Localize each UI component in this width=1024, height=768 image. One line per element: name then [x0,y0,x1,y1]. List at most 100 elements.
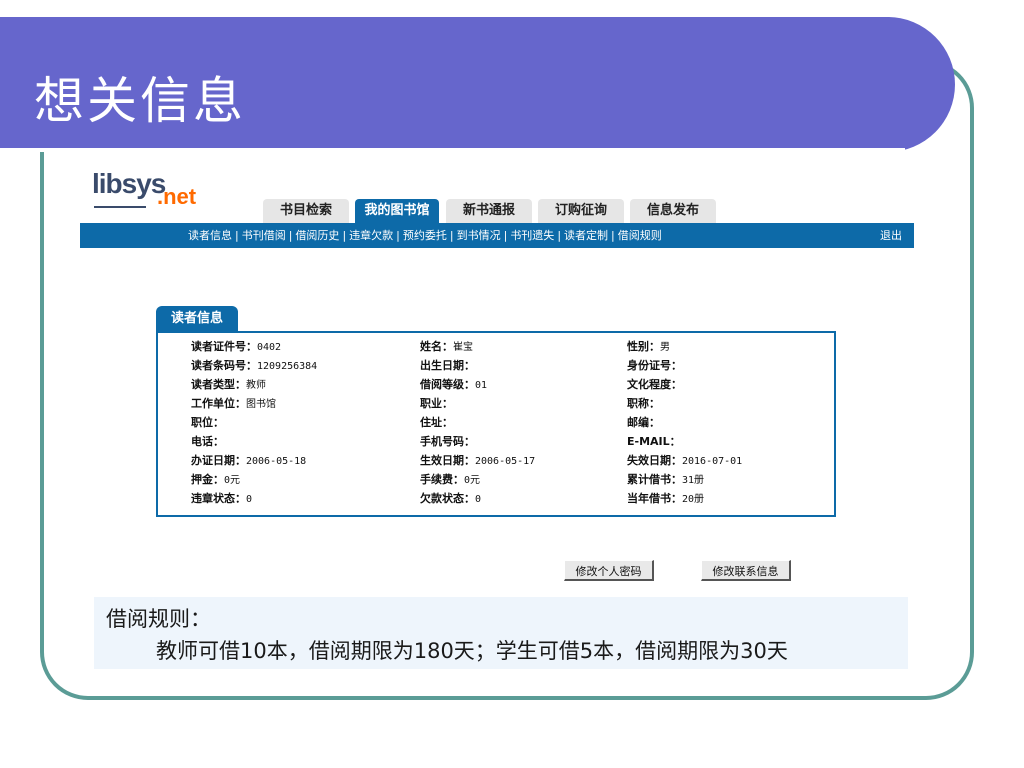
field-expiry-date: 失效日期：2016-07-01 [627,452,742,468]
sub-navigation: 读者信息 | 书刊借阅 | 借阅历史 | 违章欠款 | 预约委托 | 到书情况 | 书刊遗失 | 读者定制 |… [80,223,914,248]
subnav-separator: | [342,229,347,242]
subnav-separator: | [449,229,454,242]
logo-underline [94,206,146,208]
field-address: 住址： [420,414,453,430]
tab-catalog-search[interactable]: 书目检索 [263,199,349,223]
subnav-customize[interactable]: 读者定制 [564,229,608,242]
field-label: 办证日期： [191,454,246,467]
field-value: 0 [246,494,253,505]
field-value: 0 [475,494,482,505]
borrowing-rules-box: 借阅规则： 教师可借10本，借阅期限为180天；学生可借5本，借阅期限为30天 [94,597,908,669]
subnav-separator: | [503,229,508,242]
logo-suffix: .net [157,184,197,209]
field-effective-date: 生效日期：2006-05-17 [420,452,535,468]
field-value: 教师 [246,380,266,391]
logout-link[interactable]: 退出 [880,223,902,248]
field-label: 读者证件号： [191,340,257,353]
logo-brand: libsys [92,168,166,199]
field-title: 职称： [627,395,660,411]
field-education: 文化程度： [627,376,682,392]
subnav-separator: | [611,229,615,242]
subnav-list: 读者信息 | 书刊借阅 | 借阅历史 | 违章欠款 | 预约委托 | 到书情况 | 书刊遗失 | 读者定制 |… [188,223,662,248]
subnav-arrivals[interactable]: 到书情况 [457,229,501,242]
field-total-borrowed: 累计借书：31册 [627,471,704,487]
field-value: 2006-05-18 [246,456,307,467]
field-workplace: 工作单位：图书馆 [191,395,276,411]
rules-body: 教师可借10本，借阅期限为180天；学生可借5本，借阅期限为30天 [156,639,788,663]
subnav-separator: | [557,229,562,242]
field-label: 职位： [191,416,224,429]
subnav-rules[interactable]: 借阅规则 [618,229,662,242]
field-phone: 电话： [191,433,224,449]
subnav-separator: | [288,229,293,242]
field-label: 电话： [191,435,224,448]
field-label: 性别： [627,340,660,353]
field-name: 姓名：崔宝 [420,338,473,354]
title-band: 想关信息 [0,17,955,152]
field-value: 0元 [224,475,241,486]
tab-info-publish[interactable]: 信息发布 [630,199,716,223]
field-label: 姓名： [420,340,453,353]
field-violation-status: 违章状态：0 [191,490,252,506]
field-postcode: 邮编： [627,414,660,430]
field-label: 身份证号： [627,359,682,372]
field-label: 押金： [191,473,224,486]
field-label: 当年借书： [627,492,682,505]
field-label: 邮编： [627,416,660,429]
field-value: 崔宝 [453,342,473,353]
field-label: 失效日期： [627,454,682,467]
field-id-number: 身份证号： [627,357,682,373]
field-label: 读者类型： [191,378,246,391]
field-label: 读者条码号： [191,359,257,372]
field-label: 欠款状态： [420,492,475,505]
subnav-borrowing[interactable]: 书刊借阅 [242,229,286,242]
field-mobile: 手机号码： [420,433,475,449]
subnav-reservations[interactable]: 预约委托 [403,229,447,242]
field-label: 文化程度： [627,378,682,391]
field-value: 图书馆 [246,399,276,410]
field-email: E-MAIL： [627,433,681,449]
field-label: 借阅等级： [420,378,475,391]
subnav-reader-info[interactable]: 读者信息 [188,229,232,242]
field-debt-status: 欠款状态：0 [420,490,481,506]
subnav-separator: | [235,229,239,242]
field-label: 生效日期： [420,454,475,467]
field-barcode: 读者条码号：1209256384 [191,357,317,373]
rules-title: 借阅规则： [106,607,211,631]
field-issue-date: 办证日期：2006-05-18 [191,452,306,468]
field-value: 1209256384 [257,361,318,372]
change-password-button[interactable]: 修改个人密码 [564,560,654,581]
field-birthdate: 出生日期： [420,357,475,373]
subnav-violations[interactable]: 违章欠款 [349,229,393,242]
field-value: 01 [475,380,488,391]
reader-info-panel: 读者证件号：0402 姓名：崔宝 性别：男 读者条码号：1209256384 出… [156,331,836,517]
libsys-logo: libsys .net [92,168,212,216]
field-label: 住址： [420,416,453,429]
field-value: 31册 [682,475,705,486]
field-position: 职位： [191,414,224,430]
subnav-lost[interactable]: 书刊遗失 [510,229,554,242]
field-card-number: 读者证件号：0402 [191,338,281,354]
subnav-history[interactable]: 借阅历史 [295,229,339,242]
field-reader-type: 读者类型：教师 [191,376,266,392]
field-label: 职称： [627,397,660,410]
panel-title: 读者信息 [156,306,238,331]
change-contact-button[interactable]: 修改联系信息 [701,560,791,581]
field-value: 0402 [257,342,282,353]
field-label: 手续费： [420,473,464,486]
field-borrow-level: 借阅等级：01 [420,376,487,392]
field-value: 2016-07-01 [682,456,743,467]
field-value: 2006-05-17 [475,456,536,467]
field-label: 手机号码： [420,435,475,448]
title-underline [0,148,905,152]
field-value: 20册 [682,494,705,505]
field-label: 违章状态： [191,492,246,505]
tab-purchase-inquiry[interactable]: 订购征询 [538,199,624,223]
tab-my-library[interactable]: 我的图书馆 [355,199,439,223]
field-value: 男 [660,342,670,353]
field-value: 0元 [464,475,481,486]
field-deposit: 押金：0元 [191,471,240,487]
field-gender: 性别：男 [627,338,670,354]
field-fee: 手续费：0元 [420,471,480,487]
tab-new-books[interactable]: 新书通报 [446,199,532,223]
